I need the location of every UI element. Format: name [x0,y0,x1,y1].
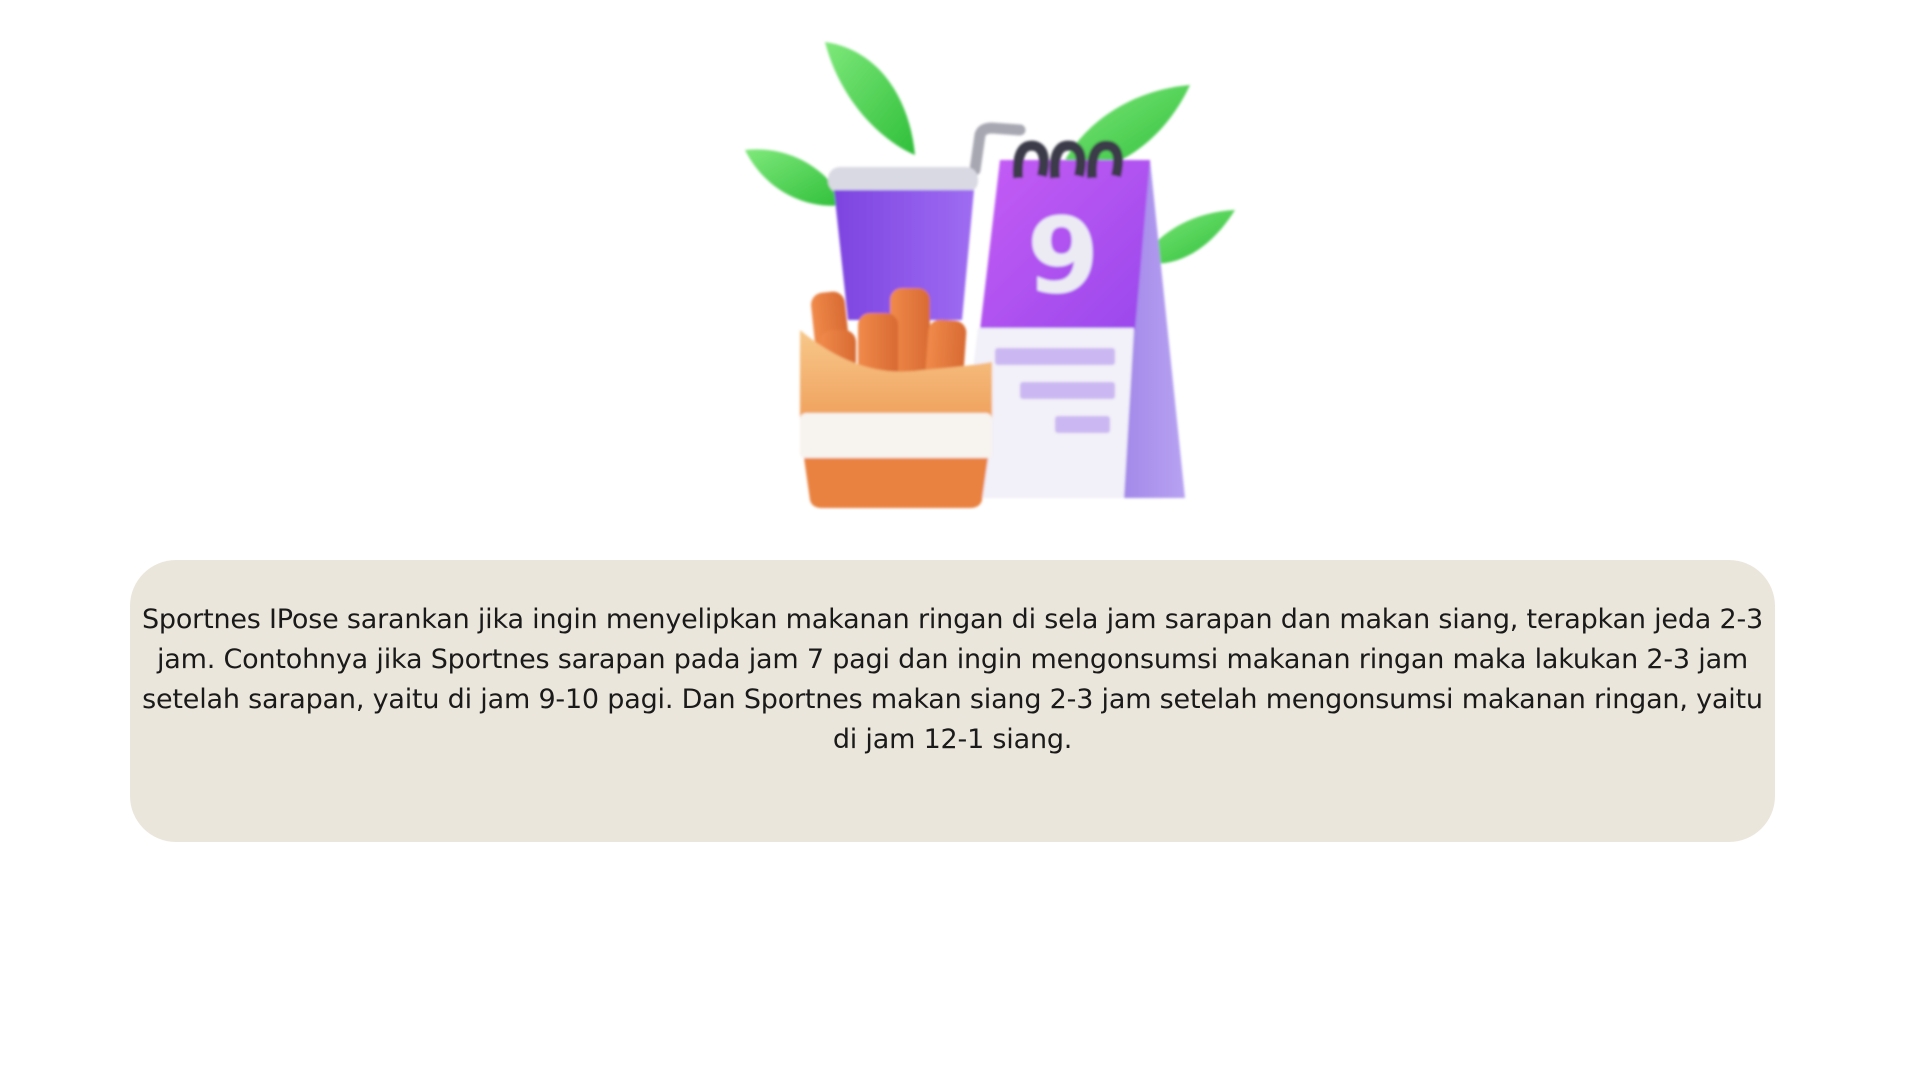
food-calendar-illustration: 9 [730,30,1250,510]
cup-lid [828,167,978,193]
leaf-left-top [825,42,915,155]
calendar-line-3 [1055,416,1110,433]
slide: 9 Sportnes IPose sarankan jika ingin men… [0,0,1920,1080]
calendar-day-number: 9 [1027,195,1099,317]
info-card: Sportnes IPose sarankan jika ingin menye… [130,560,1775,842]
calendar-line-2 [1020,382,1115,399]
info-card-text: Sportnes IPose sarankan jika ingin menye… [141,604,1763,755]
tray-band [800,413,992,459]
calendar-line-1 [995,348,1115,365]
meal-schedule-icon: 9 [745,42,1235,508]
tray-bottom [804,458,988,508]
